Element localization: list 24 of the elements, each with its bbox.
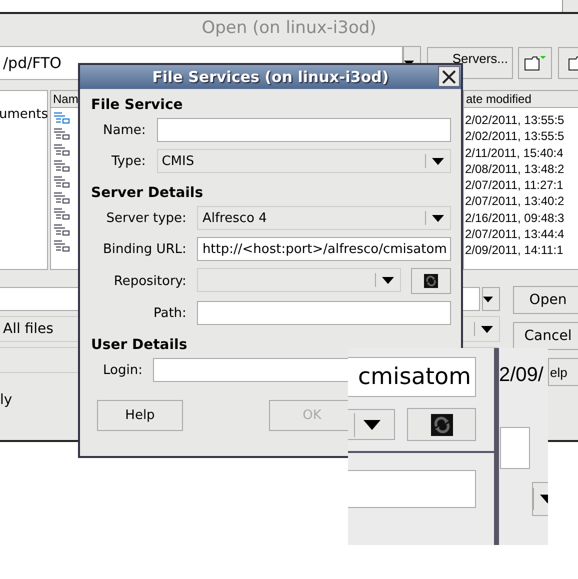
field-label: Path: [152,306,186,320]
date-cell-text: 2/07/2011, 13:40:2 [465,193,566,210]
date-cell-text: 2/16/2011, 09:48:3 [465,210,566,226]
dialog-title: File Services (on linux-i3od) [152,68,389,86]
date-cell-text: 2/02/2011, 13:55:5 [465,128,566,145]
field-label: Binding URL: [103,242,186,256]
date-cell-text: 2/07/2011, 13:44:4 [465,226,566,242]
date-cell-text: 2/11/2011, 15:40:4 [465,144,564,161]
field-label: Server type: [105,210,186,226]
date-cell-text: 2/09/2011, 14:11:1 [465,242,564,259]
field-label: Login: [103,362,142,378]
date-cell-text: 2/02/2011, 13:55:5 [465,112,566,128]
field-label: Type: [110,154,146,168]
field-label: Name: [103,122,146,138]
date-cell: 2/09/ [499,364,544,387]
date-cell-text: 2/08/2011, 13:48:2 [465,160,566,178]
url-field: cmisatom [348,357,476,397]
section-heading: User Details [91,337,188,353]
field-label: Repository: [112,274,186,288]
date-cell-text: 2/07/2011, 11:27:1 [465,177,564,194]
section-heading: Server Details [91,185,204,201]
window-title: Open (on linux-i3od) [200,18,378,38]
section-heading: File Service [91,97,184,113]
option-label: ly [0,392,12,408]
